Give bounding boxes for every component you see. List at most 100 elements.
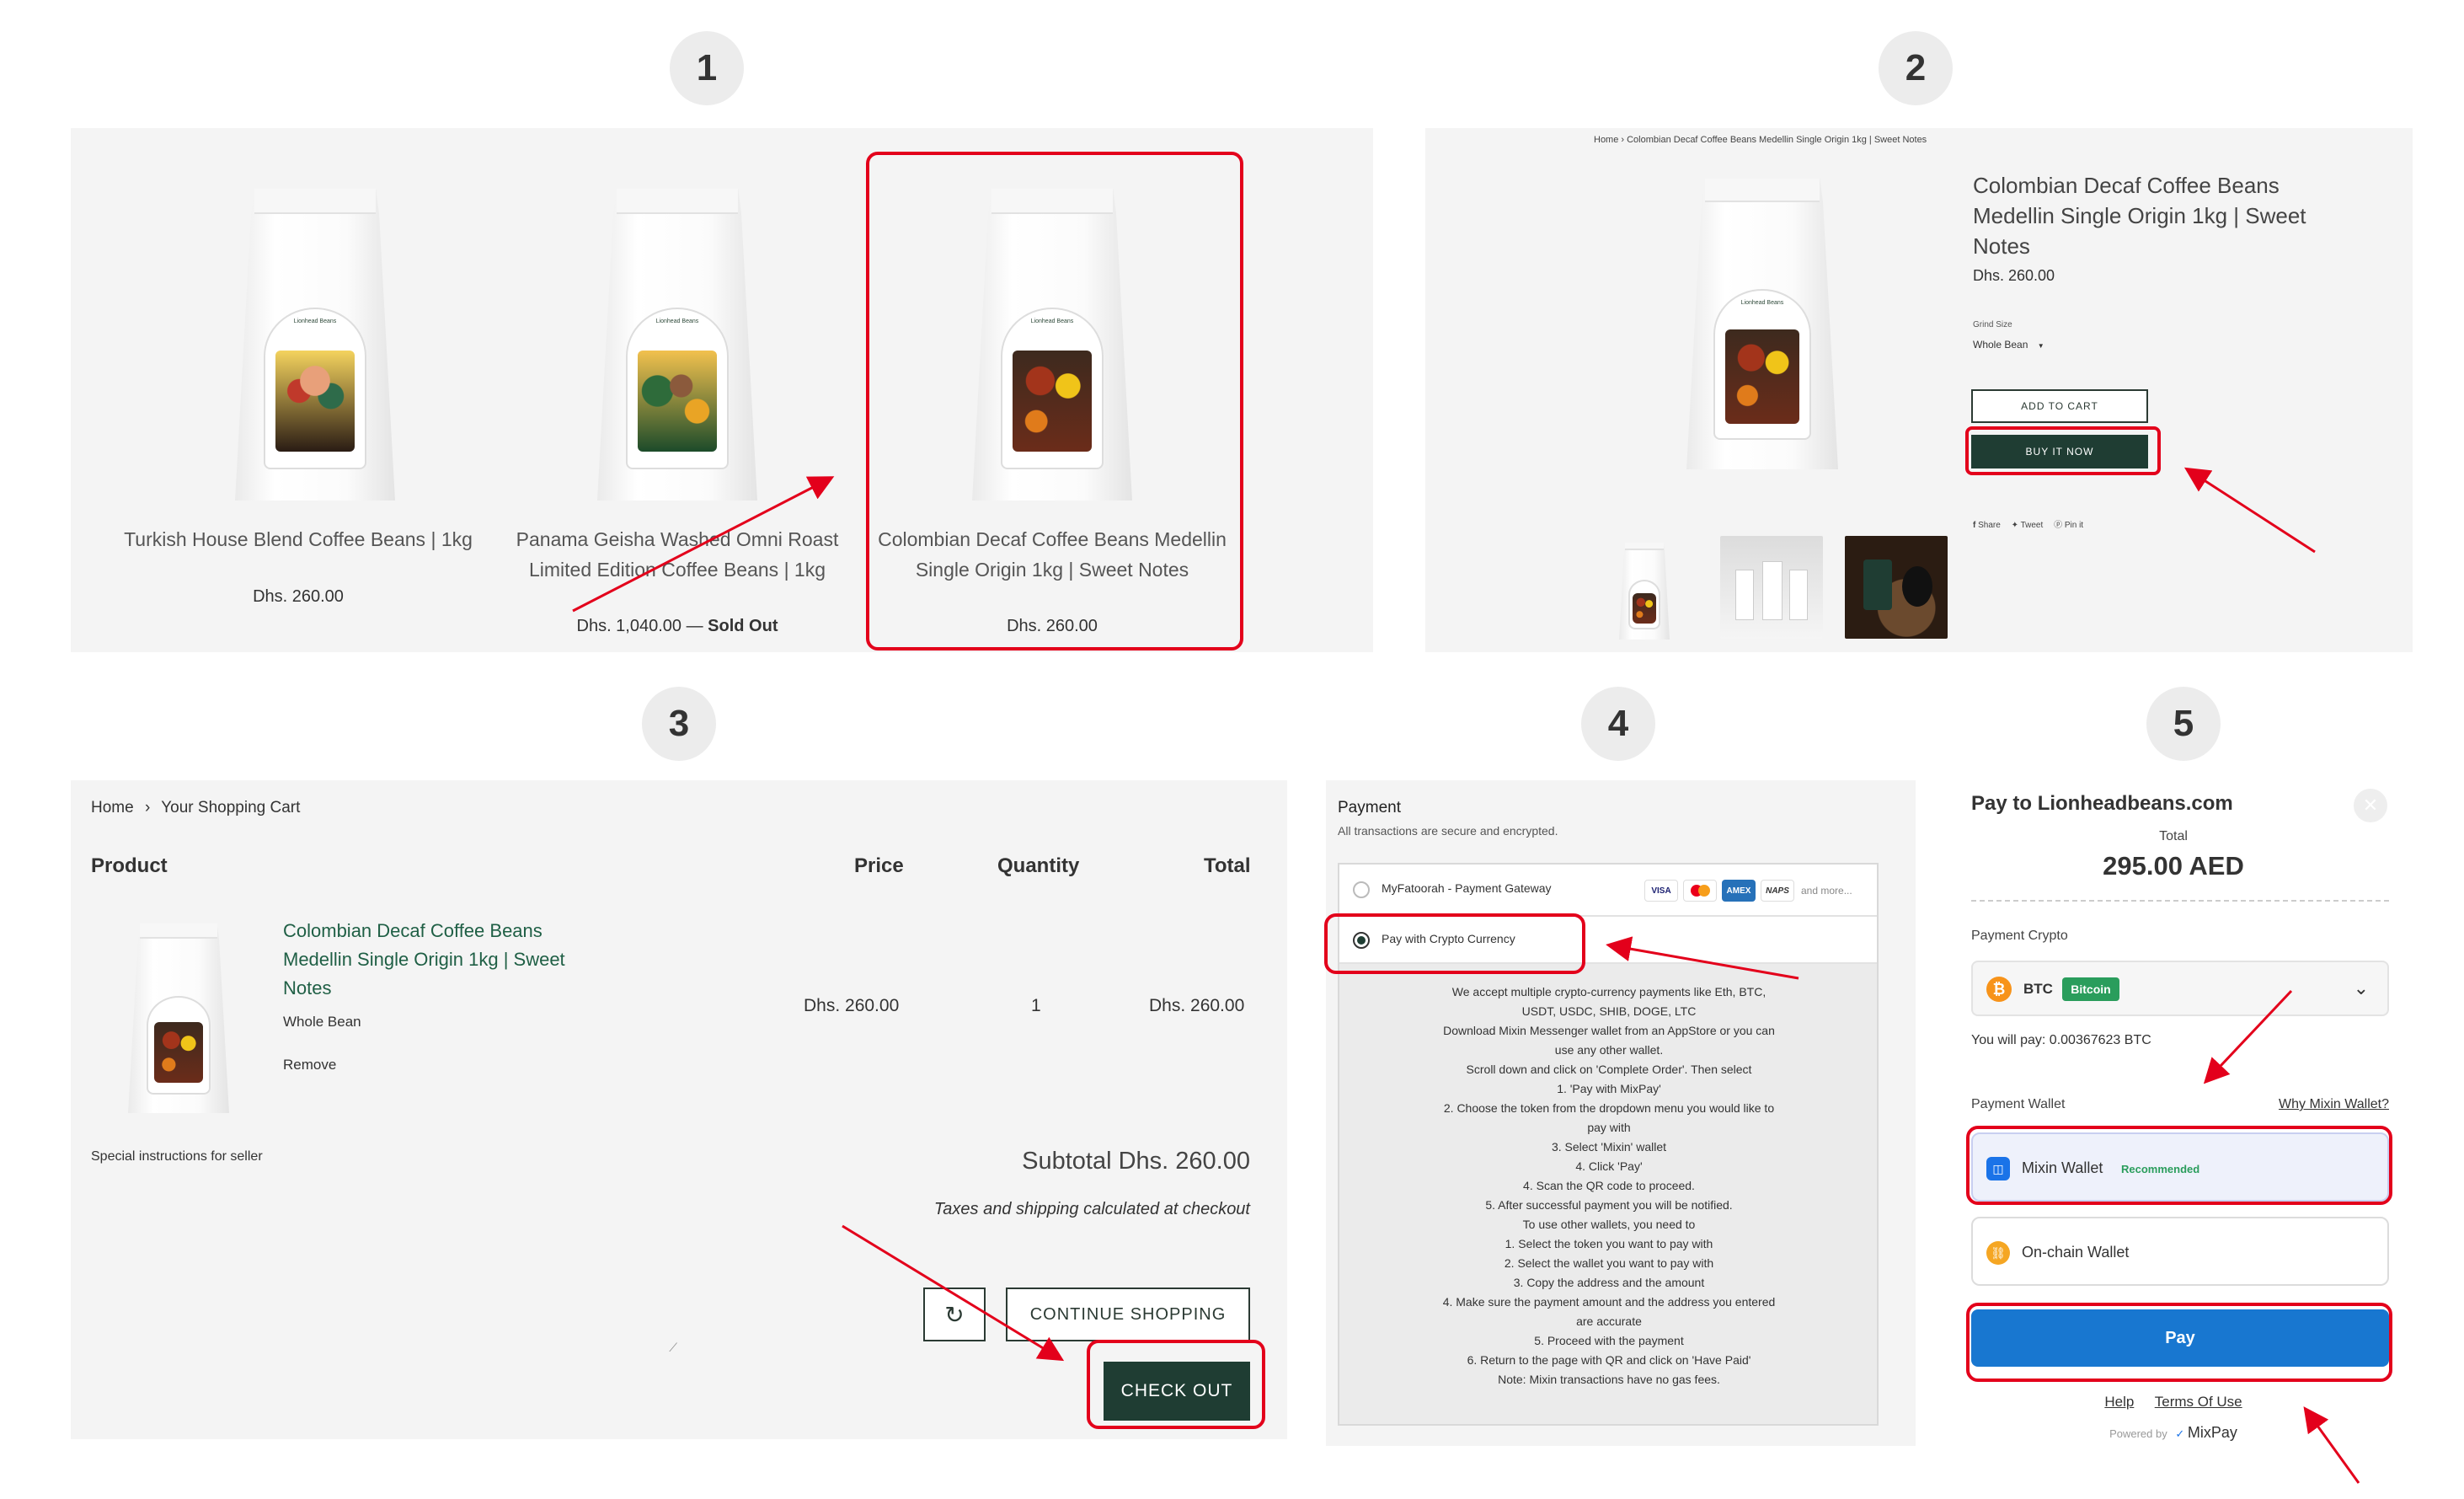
instruction-line: 3. Copy the address and the amount: [1513, 1276, 1705, 1289]
product-main-image[interactable]: Lionhead Beans: [1686, 179, 1838, 469]
step-number-5: 5: [2146, 687, 2221, 761]
cart-item-quantity[interactable]: 1: [1031, 996, 1041, 1016]
onchain-icon: ⛓: [1986, 1241, 2010, 1265]
grind-size-select[interactable]: Whole Bean ▼: [1973, 339, 2066, 351]
step-number-1: 1: [670, 31, 744, 105]
cart-item-price: Dhs. 260.00: [804, 996, 900, 1015]
tweet-link[interactable]: Tweet: [2021, 521, 2044, 530]
subtotal: Subtotal Dhs. 260.00: [1022, 1148, 1250, 1175]
special-instructions-label: Special instructions for seller: [91, 1149, 263, 1164]
instruction-line: 6. Return to the page with QR and click …: [1467, 1353, 1751, 1367]
instruction-line: 1. 'Pay with MixPay': [1557, 1082, 1661, 1095]
cart-item-image[interactable]: [128, 923, 229, 1113]
product-image-turkish[interactable]: Lionhead Beans: [235, 189, 395, 501]
highlight-box-colombian-product: [866, 152, 1243, 650]
highlight-box-crypto-option: [1324, 913, 1585, 974]
share-link[interactable]: Share: [1978, 521, 2001, 530]
divider: [1971, 900, 2389, 902]
instruction-line: To use other wallets, you need to: [1522, 1218, 1696, 1231]
product-image-panama[interactable]: Lionhead Beans: [597, 189, 757, 501]
add-to-cart-button[interactable]: ADD TO CART: [1971, 389, 2148, 423]
terms-link[interactable]: Terms Of Use: [2155, 1394, 2242, 1410]
instruction-line: are accurate: [1576, 1314, 1642, 1328]
panel-product-detail: Home › Colombian Decaf Coffee Beans Mede…: [1425, 128, 2413, 652]
total-value: 295.00 AED: [2103, 851, 2244, 881]
instruction-line: Scroll down and click on 'Complete Order…: [1466, 1063, 1752, 1076]
payment-subtitle: All transactions are secure and encrypte…: [1338, 824, 1558, 838]
instruction-line: 4. Click 'Pay': [1575, 1159, 1643, 1173]
chevron-down-icon: ▼: [2037, 342, 2044, 350]
why-mixin-link[interactable]: Why Mixin Wallet?: [2279, 1097, 2389, 1112]
instruction-line: 2. Select the wallet you want to pay wit…: [1504, 1256, 1714, 1270]
breadcrumb-home[interactable]: Home: [91, 799, 134, 816]
resize-handle-icon[interactable]: ⟋: [669, 1341, 677, 1355]
cart-item-title[interactable]: Colombian Decaf Coffee Beans Medellin Si…: [283, 917, 586, 1003]
instruction-line: Note: Mixin transactions have no gas fee…: [1498, 1373, 1720, 1386]
breadcrumb-current: Your Shopping Cart: [161, 799, 301, 816]
highlight-box-buy-now: [1965, 426, 2161, 475]
highlight-box-pay-button: [1966, 1303, 2392, 1382]
cart-item-total: Dhs. 260.00: [1149, 996, 1245, 1015]
radio-myfatoorah[interactable]: [1353, 881, 1370, 898]
chevron-down-icon: ⌄: [2353, 977, 2369, 998]
mixpay-logo-icon: ✓: [2175, 1427, 2185, 1440]
column-header-price: Price: [854, 854, 904, 877]
column-header-total: Total: [1204, 854, 1251, 877]
highlight-box-mixin-wallet: [1966, 1126, 2392, 1205]
instruction-line: 5. Proceed with the payment: [1534, 1334, 1684, 1347]
bitcoin-icon: ₿: [1986, 977, 2012, 1002]
instruction-line: 3. Select 'Mixin' wallet: [1551, 1140, 1667, 1154]
help-link[interactable]: Help: [2104, 1394, 2134, 1410]
step-number-3: 3: [642, 687, 716, 761]
powered-by-text: Powered by: [2109, 1427, 2167, 1440]
and-more-text: and more...: [1801, 885, 1852, 897]
thumbnail-3[interactable]: [1845, 536, 1948, 639]
close-button[interactable]: ✕: [2354, 789, 2387, 822]
update-cart-button[interactable]: ↻: [923, 1288, 986, 1341]
grind-size-label: Grind Size: [1973, 320, 2012, 329]
crypto-select[interactable]: ₿ BTC Bitcoin ⌄: [1971, 961, 2389, 1016]
will-pay-text: You will pay: 0.00367623 BTC: [1971, 1033, 2151, 1047]
breadcrumb[interactable]: Home › Colombian Decaf Coffee Beans Mede…: [1594, 135, 1927, 145]
pinterest-icon[interactable]: ⓟ: [2054, 521, 2062, 530]
highlight-box-checkout: [1087, 1340, 1265, 1429]
instruction-line: 1. Select the token you want to pay with: [1505, 1237, 1713, 1250]
instruction-line: Download Mixin Messenger wallet from an …: [1443, 1024, 1775, 1037]
product-title-turkish[interactable]: Turkish House Blend Coffee Beans | 1kg: [121, 524, 475, 554]
onchain-wallet-option[interactable]: ⛓ On-chain Wallet: [1971, 1217, 2389, 1286]
product-price: Dhs. 260.00: [1973, 267, 2055, 284]
twitter-icon[interactable]: ✦: [2012, 521, 2018, 530]
mastercard-icon: [1683, 880, 1717, 902]
continue-shopping-button[interactable]: CONTINUE SHOPPING: [1006, 1288, 1250, 1341]
thumbnail-2[interactable]: [1720, 536, 1823, 639]
instruction-line: use any other wallet.: [1554, 1043, 1664, 1057]
crypto-instructions: We accept multiple crypto-currency payme…: [1373, 982, 1845, 1389]
instruction-line: pay with: [1587, 1121, 1631, 1134]
share-links: f Share ✦ Tweet ⓟ Pin it: [1973, 517, 2083, 530]
payment-option-myfatoorah[interactable]: MyFatoorah - Payment Gateway VISA AMEX N…: [1339, 865, 1877, 917]
option-label-myfatoorah: MyFatoorah - Payment Gateway: [1382, 881, 1552, 895]
total-label: Total: [2159, 829, 2188, 843]
sold-out-badge: Sold Out: [708, 617, 778, 635]
step-number-2: 2: [1879, 31, 1953, 105]
instruction-line: 4. Scan the QR code to proceed.: [1523, 1179, 1695, 1192]
pin-link[interactable]: Pin it: [2065, 521, 2083, 530]
product-title-panama[interactable]: Panama Geisha Washed Omni Roast Limited …: [500, 524, 854, 585]
thumbnail-1[interactable]: [1619, 543, 1670, 640]
coin-name-tag: Bitcoin: [2062, 977, 2119, 1001]
facebook-icon[interactable]: f: [1973, 521, 1975, 530]
product-title: Colombian Decaf Coffee Beans Medellin Si…: [1973, 173, 2306, 259]
breadcrumb: Home › Your Shopping Cart: [91, 799, 300, 817]
panel-payment-method: Payment All transactions are secure and …: [1326, 780, 1916, 1446]
breadcrumb-separator: ›: [144, 799, 151, 816]
powered-by: Powered by ✓ MixPay: [1938, 1424, 2409, 1442]
onchain-wallet-label: On-chain Wallet: [2022, 1244, 2130, 1261]
remove-link[interactable]: Remove: [283, 1057, 336, 1073]
instruction-line: 4. Make sure the payment amount and the …: [1442, 1295, 1776, 1309]
payment-crypto-label: Payment Crypto: [1971, 929, 2068, 943]
step-number-4: 4: [1581, 687, 1655, 761]
payment-wallet-label: Payment Wallet: [1971, 1097, 2066, 1111]
column-header-product: Product: [91, 854, 168, 877]
refresh-icon: ↻: [944, 1301, 965, 1328]
special-instructions-textarea[interactable]: ⟋: [91, 1176, 681, 1357]
